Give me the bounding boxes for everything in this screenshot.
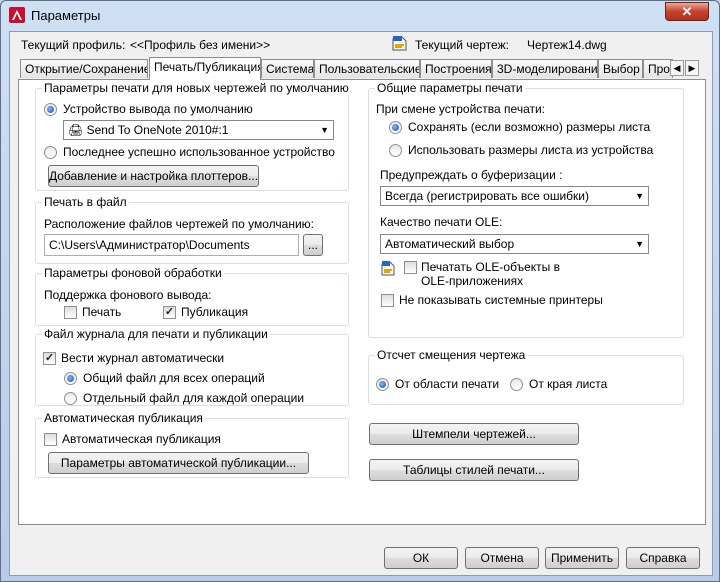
window-title: Параметры xyxy=(31,8,101,23)
default-device-radio[interactable] xyxy=(44,103,57,116)
separate-log-radio[interactable] xyxy=(64,392,77,405)
common-log-label: Общий файл для всех операций xyxy=(83,371,265,385)
chevron-down-icon: ▼ xyxy=(635,191,644,201)
group-title: Параметры фоновой обработки xyxy=(42,266,224,280)
background-plot-label: Печать xyxy=(82,305,122,319)
ole-app-label-line1: Печатать OLE-объекты в xyxy=(421,260,560,274)
separate-log-label: Отдельный файл для каждой операции xyxy=(83,391,305,405)
auto-log-label: Вести журнал автоматически xyxy=(61,351,225,365)
spool-alert-value: Всегда (регистрировать все ошибки) xyxy=(385,189,589,203)
keep-paper-size-radio[interactable] xyxy=(389,121,402,134)
spool-alert-select[interactable]: Всегда (регистрировать все ошибки) ▼ xyxy=(380,186,649,206)
group-title: Файл журнала для печати и публикации xyxy=(42,327,270,341)
auto-publish-label: Автоматическая публикация xyxy=(62,432,221,446)
use-device-size-radio[interactable] xyxy=(389,144,402,157)
close-button[interactable]: ✕ xyxy=(665,2,709,21)
ole-object-icon xyxy=(381,261,395,276)
group-title: Автоматическая публикация xyxy=(42,411,205,425)
output-device-value: Send To OneNote 2010#:1 xyxy=(86,123,229,137)
current-drawing-label: Текущий чертеж: xyxy=(415,38,509,52)
ole-quality-select[interactable]: Автоматический выбор ▼ xyxy=(380,234,649,254)
output-device-select[interactable]: 🖨 Send To OneNote 2010#:1 ▼ xyxy=(63,120,334,140)
background-plot-checkbox[interactable] xyxy=(64,306,77,319)
keep-paper-size-label: Сохранять (если возможно) размеры листа xyxy=(408,120,651,134)
background-publish-label: Публикация xyxy=(181,305,249,319)
tab-system[interactable]: Система xyxy=(261,59,314,78)
common-log-radio[interactable] xyxy=(64,372,77,385)
tab-profiles[interactable]: Про xyxy=(643,59,673,78)
offset-paper-edge-label: От края листа xyxy=(529,377,608,391)
tab-selection[interactable]: Выбор xyxy=(598,59,643,78)
apply-button[interactable]: Применить xyxy=(545,547,619,569)
background-publish-checkbox[interactable]: ✓ xyxy=(163,306,176,319)
tab-plot-publish[interactable]: Печать/Публикация xyxy=(149,57,261,80)
file-location-input[interactable]: C:\Users\Администратор\Documents xyxy=(44,234,299,256)
ole-quality-label: Качество печати OLE: xyxy=(380,215,503,229)
tab-scroll-left-icon[interactable]: ◀ xyxy=(670,60,684,76)
offset-printable-area-label: От области печати xyxy=(395,377,500,391)
browse-button[interactable]: ... xyxy=(303,234,323,256)
profile-value: <<Профиль без имени>> xyxy=(130,38,271,52)
ole-app-label-line2: OLE-приложениях xyxy=(421,274,524,288)
dialog-body: Текущий профиль: <<Профиль без имени>> Т… xyxy=(9,31,713,576)
options-window: Параметры ✕ Текущий профиль: <<Профиль б… xyxy=(0,0,720,582)
drawing-icon xyxy=(392,36,407,51)
plot-style-tables-button[interactable]: Таблицы стилей печати... xyxy=(369,459,579,481)
background-support-label: Поддержка фонового вывода: xyxy=(44,288,212,302)
ole-app-checkbox[interactable] xyxy=(404,261,417,274)
add-plotter-button[interactable]: Добавление и настройка плоттеров... xyxy=(48,165,259,187)
offset-paper-edge-radio[interactable] xyxy=(510,378,523,391)
auto-publish-settings-button[interactable]: Параметры автоматической публикации... xyxy=(48,452,309,474)
last-device-radio[interactable] xyxy=(44,146,57,159)
auto-publish-checkbox[interactable] xyxy=(44,433,57,446)
tab-scroll-right-icon[interactable]: ▶ xyxy=(685,60,699,76)
last-device-label: Последнее успешно использованное устройс… xyxy=(63,145,335,159)
chevron-down-icon: ▼ xyxy=(635,239,644,249)
auto-log-checkbox[interactable]: ✓ xyxy=(43,352,56,365)
printer-icon: 🖨 xyxy=(68,123,84,137)
use-device-size-label: Использовать размеры листа из устройства xyxy=(408,143,654,157)
default-device-label: Устройство вывода по умолчанию xyxy=(63,102,253,116)
spool-alert-label: Предупреждать о буферизации : xyxy=(380,168,563,182)
file-location-label: Расположение файлов чертежей по умолчани… xyxy=(44,217,315,231)
hide-printers-checkbox[interactable] xyxy=(381,294,394,307)
tab-drafting[interactable]: Построения xyxy=(420,59,492,78)
on-device-change-label: При смене устройства печати: xyxy=(376,102,546,116)
autocad-logo-icon xyxy=(9,7,25,23)
group-title: Печать в файл xyxy=(42,195,129,209)
current-drawing-value: Чертеж14.dwg xyxy=(527,38,607,52)
plot-publish-panel: Параметры печати для новых чертежей по у… xyxy=(18,79,706,525)
group-title: Параметры печати для новых чертежей по у… xyxy=(42,81,351,95)
ole-quality-value: Автоматический выбор xyxy=(385,237,515,251)
chevron-down-icon: ▼ xyxy=(320,125,329,135)
tab-open-save[interactable]: Открытие/Сохранение xyxy=(20,59,148,78)
hide-printers-label: Не показывать системные принтеры xyxy=(399,293,603,307)
group-title: Общие параметры печати xyxy=(375,81,525,95)
group-title: Отсчет смещения чертежа xyxy=(375,348,528,362)
cancel-button[interactable]: Отмена xyxy=(465,547,539,569)
help-button[interactable]: Справка xyxy=(626,547,700,569)
profile-label: Текущий профиль: xyxy=(21,38,126,52)
title-bar: Параметры ✕ xyxy=(1,1,719,29)
tab-3d-modeling[interactable]: 3D-моделирование xyxy=(492,59,598,78)
tab-user-preferences[interactable]: Пользовательские xyxy=(314,59,420,78)
plot-stamp-button[interactable]: Штемпели чертежей... xyxy=(369,423,579,445)
ok-button[interactable]: ОК xyxy=(384,547,458,569)
offset-printable-area-radio[interactable] xyxy=(376,378,389,391)
